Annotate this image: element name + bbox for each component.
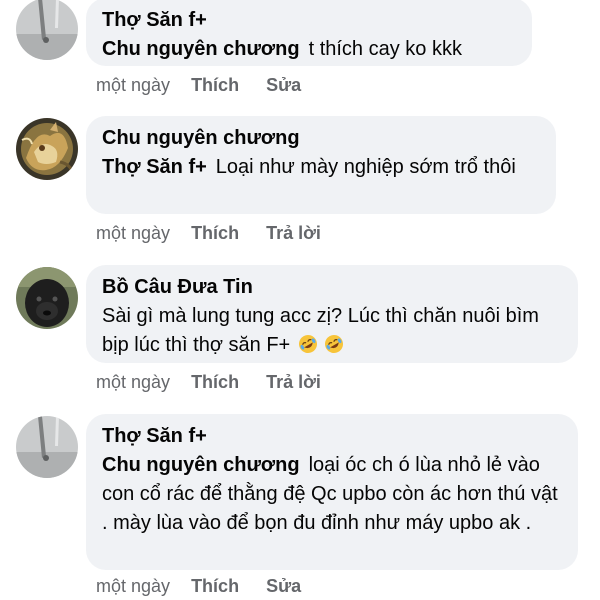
comment-actions: một ngày Thích Sửa <box>96 74 323 96</box>
gray-photo-avatar-icon[interactable] <box>16 0 78 60</box>
comment-timestamp[interactable]: một ngày <box>96 372 170 392</box>
comment-text: Chu nguyên chương t thích cay ko kkk <box>102 35 516 64</box>
comment-message: Loại như mày nghiệp sớm trổ thôi <box>215 156 516 178</box>
comment-author[interactable]: Thợ Săn f+ <box>102 422 562 450</box>
comment-author[interactable]: Bồ Câu Đưa Tin <box>102 273 562 301</box>
comment-message: t thích cay ko kkk <box>308 38 462 60</box>
comment-timestamp[interactable]: một ngày <box>96 75 170 95</box>
mention-link[interactable]: Chu nguyên chương <box>102 38 300 60</box>
like-button[interactable]: Thích <box>191 576 239 596</box>
comment-text: Thợ Săn f+ Loại như mày nghiệp sớm trổ th… <box>102 153 540 182</box>
reply-button[interactable]: Trả lời <box>266 372 321 392</box>
comment-author[interactable]: Chu nguyên chương <box>102 124 540 152</box>
comment-text: Chu nguyên chương loại óc ch ó lùa nhỏ lẻ… <box>102 451 562 538</box>
mention-link[interactable]: Thợ Săn f+ <box>102 156 207 178</box>
comment-author[interactable]: Thợ Săn f+ <box>102 6 516 34</box>
comment-bubble: Chu nguyên chương Thợ Săn f+ Loại như mày… <box>86 116 556 214</box>
comment-timestamp[interactable]: một ngày <box>96 576 170 596</box>
comment-actions: một ngày Thích Trả lời <box>96 222 343 244</box>
dark-animal-avatar-icon[interactable] <box>16 267 78 329</box>
comment-bubble: Thợ Săn f+ Chu nguyên chương t thích cay … <box>86 0 532 66</box>
edit-button[interactable]: Sửa <box>266 576 301 596</box>
comment-timestamp[interactable]: một ngày <box>96 223 170 243</box>
reply-button[interactable]: Trả lời <box>266 223 321 243</box>
comment-bubble: Bồ Câu Đưa Tin Sài gì mà lung tung acc z… <box>86 265 578 363</box>
comment-bubble: Thợ Săn f+ Chu nguyên chương loại óc ch ó… <box>86 414 578 570</box>
mention-link[interactable]: Chu nguyên chương <box>102 454 300 476</box>
gray-photo-avatar-icon[interactable] <box>16 416 78 478</box>
like-button[interactable]: Thích <box>191 372 239 392</box>
rolling-on-floor-laughing-emoji <box>290 334 344 356</box>
like-button[interactable]: Thích <box>191 223 239 243</box>
dragon-artwork-avatar-icon[interactable] <box>16 118 78 180</box>
edit-button[interactable]: Sửa <box>266 75 301 95</box>
comment-actions: một ngày Thích Trả lời <box>96 371 343 393</box>
comment-feed: Thợ Săn f+ Chu nguyên chương t thích cay … <box>0 0 600 600</box>
comment-actions: một ngày Thích Sửa <box>96 575 323 597</box>
like-button[interactable]: Thích <box>191 75 239 95</box>
comment-text: Sài gì mà lung tung acc zị? Lúc thì chăn… <box>102 302 562 360</box>
